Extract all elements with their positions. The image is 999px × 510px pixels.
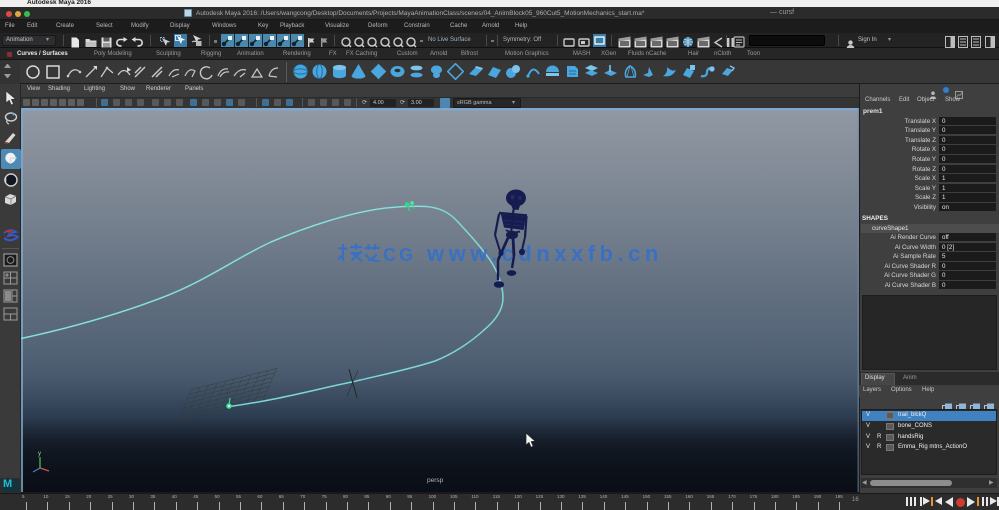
svg-text:CG: CG [383, 245, 416, 265]
svg-text:www.cdnxxfb.cn: www.cdnxxfb.cn [426, 241, 663, 266]
svg-text:persp: persp [427, 477, 444, 484]
svg-text:y: y [38, 451, 41, 457]
